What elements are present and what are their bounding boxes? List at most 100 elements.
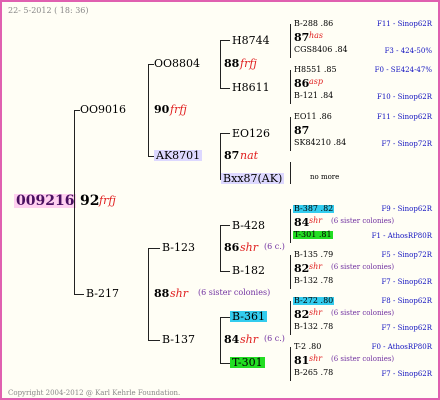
gen3-c-name: nat bbox=[240, 149, 259, 162]
gen3-g-id[interactable]: B-361 bbox=[230, 311, 267, 322]
gen2-a-vline bbox=[220, 40, 221, 88]
gen3-h-id[interactable]: T-301 bbox=[230, 357, 265, 368]
gen4-4-note: (6 sister colonies) bbox=[331, 217, 395, 225]
gen4-2-top-right: F11 - Sinop62R bbox=[377, 113, 432, 121]
gen4-5-name: shr bbox=[309, 262, 323, 271]
root-hline-bottom bbox=[74, 294, 84, 295]
gen4-0-name: has bbox=[309, 31, 324, 40]
gen4-2-bottom[interactable]: SK84210 .84 bbox=[293, 139, 347, 147]
gen4-7-bottom[interactable]: B-265 .78 bbox=[293, 369, 334, 377]
gen4-7-bottom-right: F7 - Sinop62R bbox=[381, 370, 432, 378]
gen4-6-name: shr bbox=[309, 308, 323, 317]
gen4-0-year: 87 bbox=[294, 31, 310, 44]
gen3-e-name: shr bbox=[240, 241, 258, 254]
gen4-2-bottom-right: F7 - Sinop72R bbox=[381, 140, 432, 148]
gen4-6-bottom-right: F7 - Sinop62R bbox=[381, 324, 432, 332]
gen4-1-year: 86 bbox=[294, 77, 310, 90]
gen3-g-name: shr bbox=[240, 333, 258, 346]
gen3-e-note: (6 c.) bbox=[264, 242, 285, 251]
gen3-g-year: 84 bbox=[224, 333, 240, 346]
gen2-d-hline-2 bbox=[220, 363, 230, 364]
gen4-7-top[interactable]: T-2 .80 bbox=[293, 343, 322, 351]
gen3-c-id[interactable]: EO126 bbox=[232, 128, 270, 139]
gen4-5-year: 82 bbox=[294, 262, 310, 275]
gen3-f-id[interactable]: B-182 bbox=[232, 265, 265, 276]
gen4-2-year: 87 bbox=[294, 124, 310, 137]
gen4-6-vline bbox=[290, 301, 291, 335]
gen4-7-year: 81 bbox=[294, 354, 310, 367]
gen2-a-year: 90 bbox=[154, 103, 170, 116]
gen4-4-top-right: F9 - Sinop62R bbox=[381, 205, 432, 213]
gen4-4-bottom[interactable]: T-301 .81 bbox=[293, 231, 333, 239]
gen4-5-bottom[interactable]: B-132 .78 bbox=[293, 277, 334, 285]
gen4-1-top[interactable]: H8551 .85 bbox=[293, 66, 338, 74]
gen4-2-top[interactable]: EO11 .86 bbox=[293, 113, 333, 121]
gen3-a-id[interactable]: H8744 bbox=[232, 35, 270, 46]
gen3-g-note: (6 c.) bbox=[264, 334, 285, 343]
gen4-3-vline bbox=[290, 162, 291, 184]
gen1-bottom-id[interactable]: B-217 bbox=[86, 288, 119, 299]
gen4-5-top[interactable]: B-135 .79 bbox=[293, 251, 334, 259]
gen3-a-name: frfj bbox=[240, 57, 257, 70]
gen4-2-vline bbox=[290, 117, 291, 151]
gen4-1-top-right: F0 - SE424-47% bbox=[374, 66, 432, 74]
gen3-d-id[interactable]: Bxx87(AK) bbox=[221, 173, 285, 184]
gen4-5-bottom-right: F7 - Sinop62R bbox=[381, 278, 432, 286]
gen3-a-year: 88 bbox=[224, 57, 240, 70]
gen3-c-year: 87 bbox=[224, 149, 240, 162]
copyright-footer: Copyright 2004-2012 @ Karl Kehrle Founda… bbox=[8, 389, 181, 397]
gen1-top-vline bbox=[148, 64, 149, 156]
gen1-top-id[interactable]: OO9016 bbox=[80, 104, 126, 115]
gen4-6-note: (6 sister colonies) bbox=[331, 309, 395, 317]
gen3-e-year: 86 bbox=[224, 241, 240, 254]
gen4-7-name: shr bbox=[309, 354, 323, 363]
gen4-6-bottom[interactable]: B-132 .78 bbox=[293, 323, 334, 331]
gen4-0-top[interactable]: B-288 .86 bbox=[293, 20, 334, 28]
gen4-3-single: no more bbox=[310, 173, 340, 181]
gen4-7-note: (6 sister colonies) bbox=[331, 355, 395, 363]
gen2-c-year: 88 bbox=[154, 287, 170, 300]
root-id[interactable]: 009216 bbox=[14, 194, 77, 208]
gen2-a-hline-1 bbox=[220, 40, 230, 41]
gen4-0-top-right: F11 - Sinop62R bbox=[377, 20, 432, 28]
gen4-7-top-right: F0 - AthosRP80R bbox=[371, 343, 432, 351]
gen1-bottom-hline-b bbox=[148, 340, 160, 341]
root-vline bbox=[74, 110, 75, 294]
gen2-a-name: frfj bbox=[170, 103, 187, 116]
gen4-4-vline bbox=[290, 209, 291, 243]
gen2-c-hline-1 bbox=[220, 225, 230, 226]
gen4-0-bottom-right: F3 - 424-50% bbox=[384, 47, 432, 55]
pedigree-chart: 22- 5-2012 ( 18: 36) 009216 92 frfj OO90… bbox=[0, 0, 440, 400]
gen3-e-id[interactable]: B-428 bbox=[232, 220, 265, 231]
gen2-b-id[interactable]: AK8701 bbox=[154, 150, 203, 161]
root-year: 92 bbox=[80, 193, 100, 209]
gen4-1-vline bbox=[290, 70, 291, 104]
gen2-a-hline-2 bbox=[220, 88, 230, 89]
gen3-b-id[interactable]: H8611 bbox=[232, 82, 270, 93]
gen2-c-id[interactable]: B-123 bbox=[162, 242, 195, 253]
gen2-a-id[interactable]: OO8804 bbox=[154, 58, 200, 69]
gen4-1-bottom[interactable]: B-121 .84 bbox=[293, 92, 334, 100]
gen2-d-vline bbox=[220, 317, 221, 363]
gen2-c-name: shr bbox=[170, 287, 188, 300]
gen2-d-id[interactable]: B-137 bbox=[162, 334, 195, 345]
gen4-6-top[interactable]: B-272 .80 bbox=[293, 297, 335, 305]
gen2-d-hline-1 bbox=[220, 317, 230, 318]
gen4-0-vline bbox=[290, 24, 291, 58]
gen4-6-top-right: F8 - Sinop62R bbox=[381, 297, 432, 305]
gen4-5-top-right: F5 - Sinop72R bbox=[381, 251, 432, 259]
gen4-1-bottom-right: F10 - Sinop62R bbox=[377, 93, 432, 101]
gen2-c-hline-2 bbox=[220, 271, 230, 272]
gen2-c-note: (6 sister colonies) bbox=[198, 288, 271, 297]
root-name: frfj bbox=[99, 194, 116, 207]
gen1-bottom-vline bbox=[148, 248, 149, 340]
gen4-4-name: shr bbox=[309, 216, 323, 225]
gen2-b-hline-1 bbox=[220, 133, 230, 134]
gen2-c-vline bbox=[220, 225, 221, 271]
gen4-0-bottom[interactable]: CGS8406 .84 bbox=[293, 46, 349, 54]
date-header: 22- 5-2012 ( 18: 36) bbox=[8, 6, 89, 15]
gen4-1-name: asp bbox=[309, 77, 323, 86]
gen4-6-year: 82 bbox=[294, 308, 310, 321]
gen4-5-vline bbox=[290, 255, 291, 289]
gen4-4-top[interactable]: B-387 .82 bbox=[293, 205, 335, 213]
